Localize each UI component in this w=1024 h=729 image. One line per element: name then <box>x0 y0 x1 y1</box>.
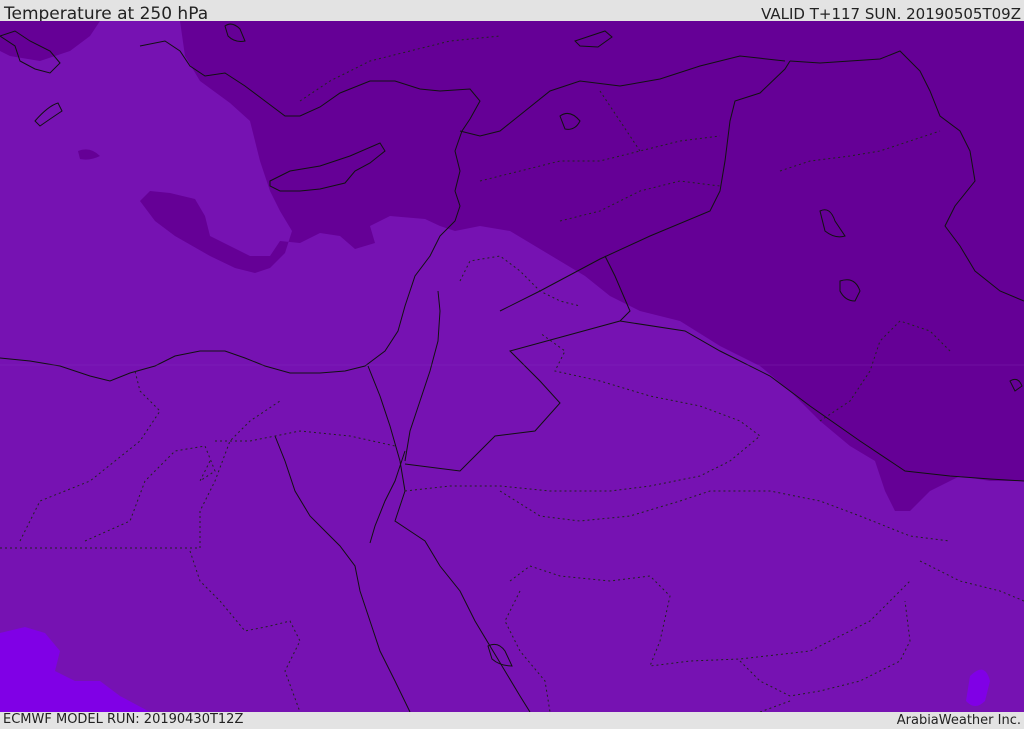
temperature-map[interactable] <box>0 21 1024 712</box>
model-run-label: ECMWF MODEL RUN: 20190430T12Z <box>3 712 244 727</box>
credit-label: ArabiaWeather Inc. <box>896 713 1021 728</box>
footer-bar: ECMWF MODEL RUN: 20190430T12Z ArabiaWeat… <box>0 712 1024 729</box>
header-bar: Temperature at 250 hPa VALID T+117 SUN. … <box>0 0 1024 24</box>
map-canvas <box>0 21 1024 712</box>
